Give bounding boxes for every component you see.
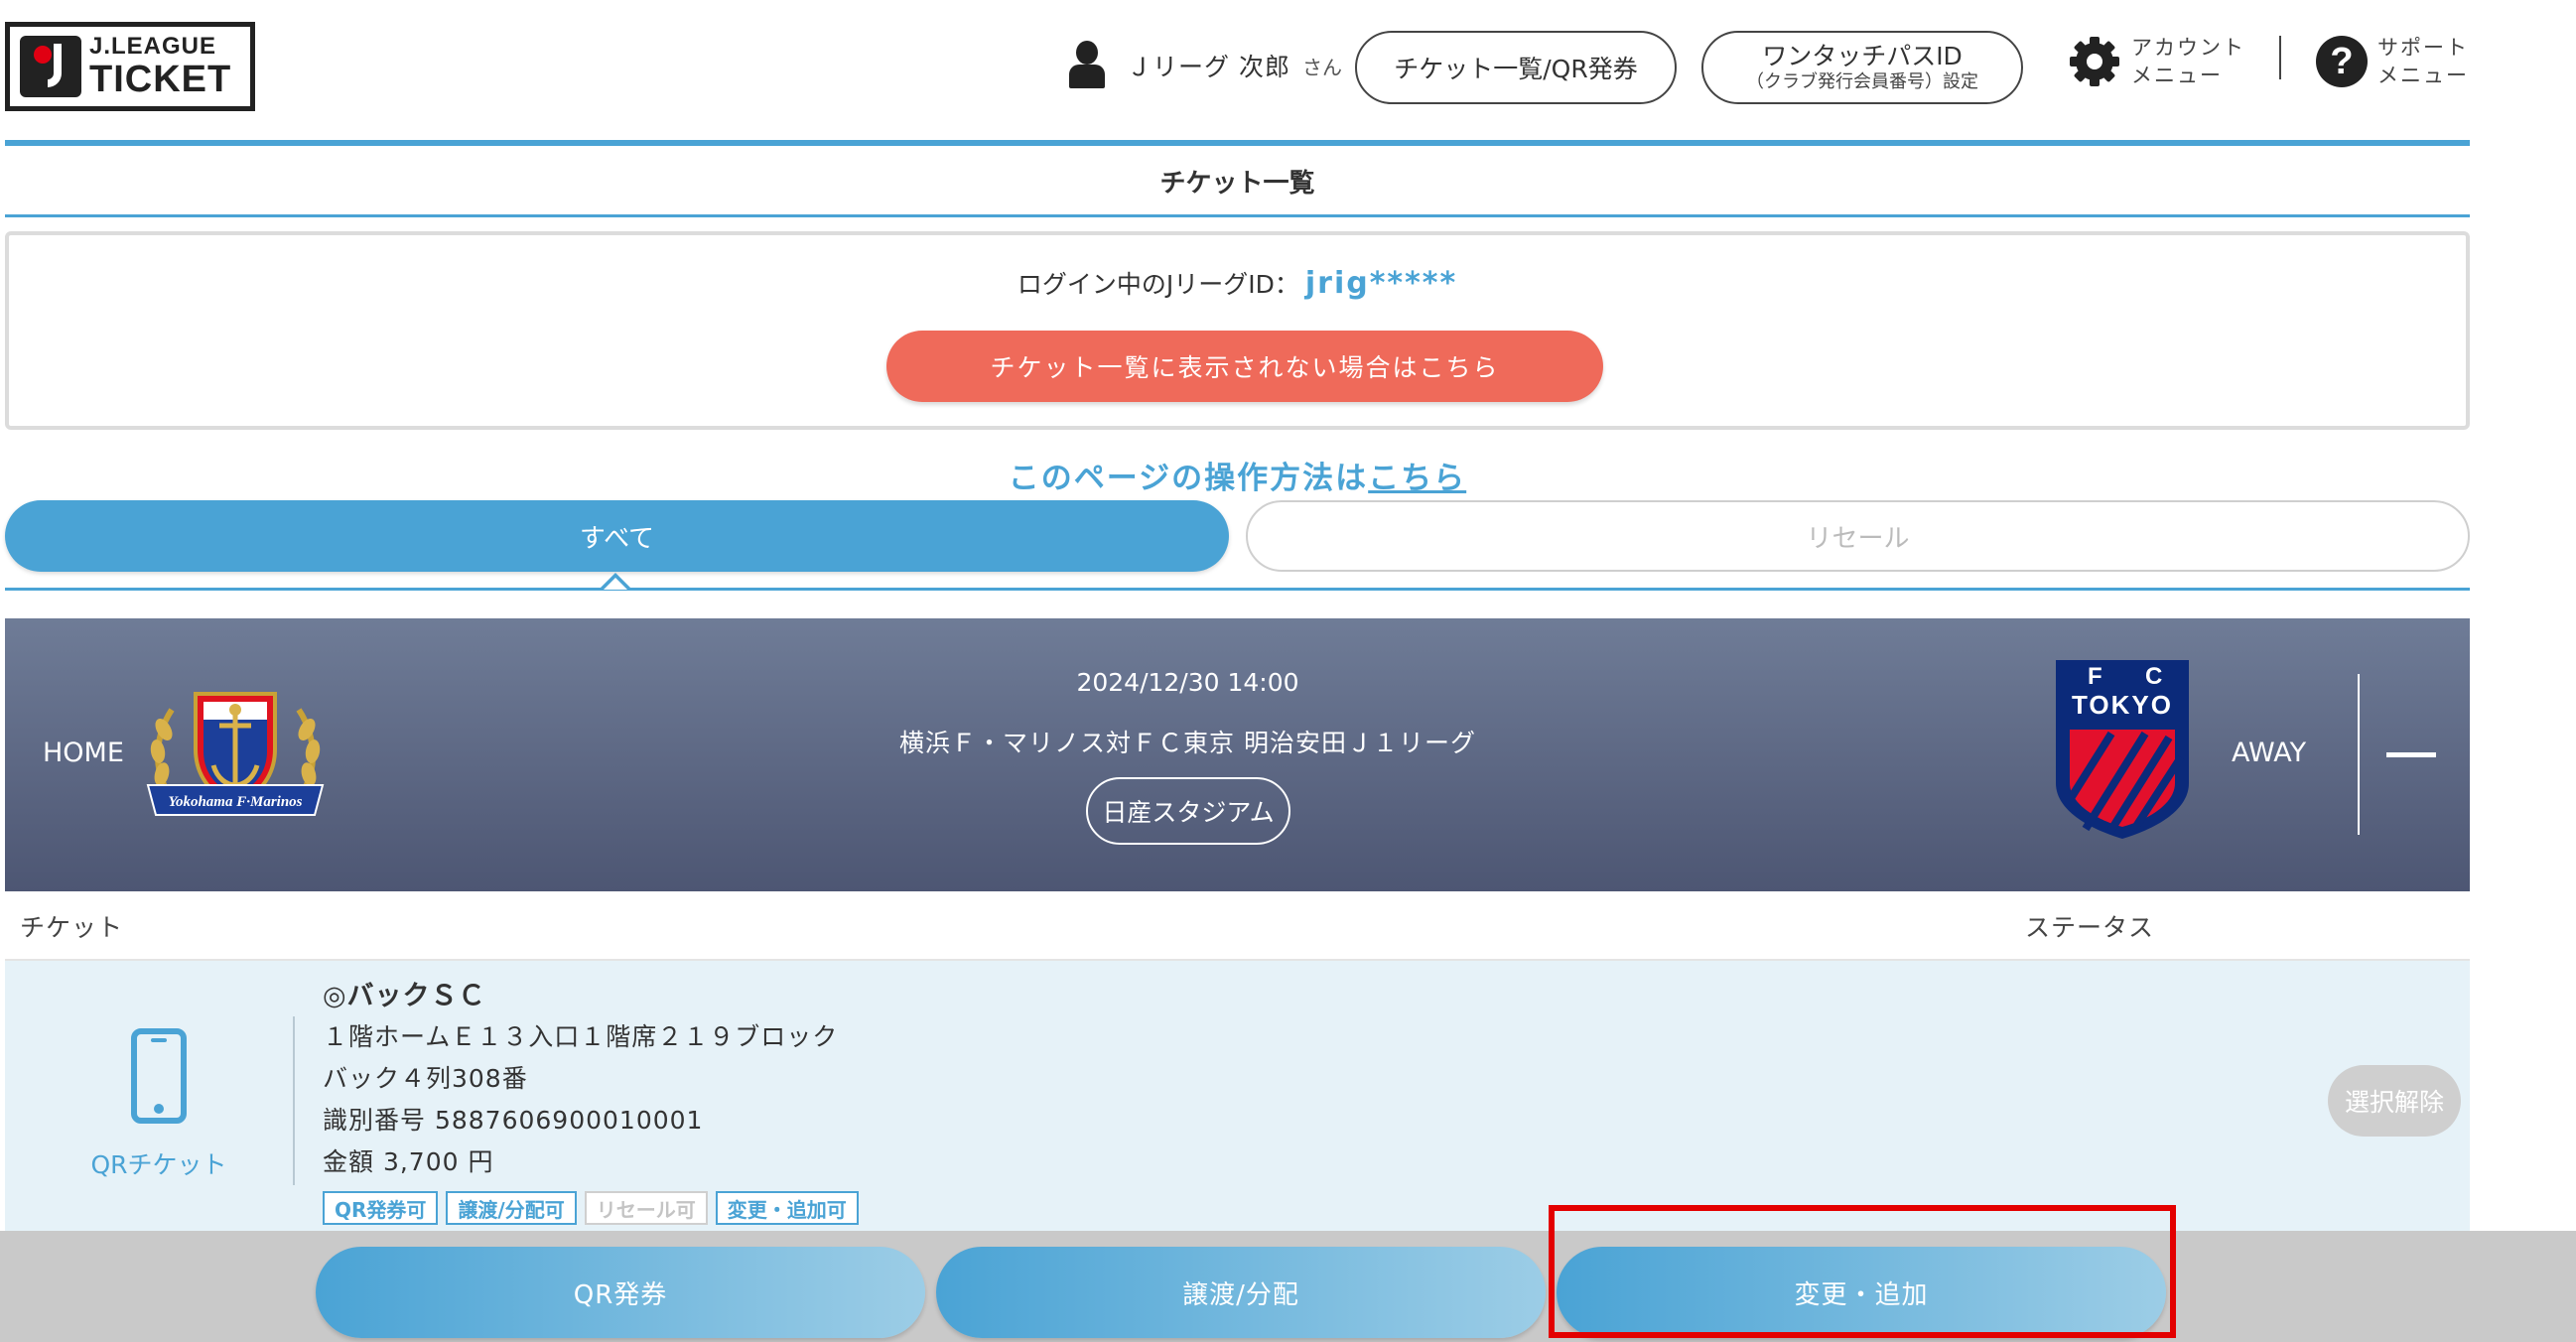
seat-number: バック４列308番	[323, 1064, 528, 1093]
login-id-value: jrig*****	[1304, 266, 1458, 301]
tab-all[interactable]: すべて	[5, 500, 1229, 572]
table-row[interactable]: QRチケット ◎バックＳＣ １階ホームＥ１３入口１階席２１９ブロック バック４列…	[5, 961, 2470, 1241]
match-datetime: 2024/12/30 14:00	[1076, 668, 1299, 697]
jleague-mark-icon	[20, 36, 81, 97]
tab-rule	[5, 588, 2470, 591]
tickets-not-shown-button[interactable]: チケット一覧に表示されない場合はこちら	[886, 331, 1603, 402]
ticket-type-label: QRチケット	[90, 1150, 227, 1179]
tag-qr: QR発券可	[323, 1191, 439, 1225]
ticket-price: 金額 3,700 円	[323, 1147, 494, 1176]
seat-location: １階ホームＥ１３入口１階席２１９ブロック	[323, 1022, 839, 1051]
banner-divider	[2358, 674, 2360, 835]
away-crest-tokyo: TOKYO	[2072, 690, 2173, 720]
user-info: Ｊリーグ 次郎 さん	[1067, 40, 1342, 91]
seat-type: ◎バックＳＣ	[323, 981, 486, 1011]
logo-line1: J.LEAGUE	[89, 33, 217, 60]
login-id-line: ログイン中のJリーグID： jrig*****	[9, 265, 2466, 301]
user-icon	[1067, 41, 1107, 90]
match-banner: HOME Yokohama F·Marinos 2024/12/30 14:00…	[5, 618, 2470, 891]
ticket-tags: QR発券可 譲渡/分配可 リセール可 変更・追加可	[323, 1191, 867, 1225]
fc-tokyo-crest-icon: F C TOKYO	[2056, 660, 2189, 839]
howto-link[interactable]: こちら	[1368, 461, 1466, 496]
user-name: Ｊリーグ 次郎	[1127, 53, 1290, 81]
column-header-status: ステータス	[2025, 913, 2155, 942]
collapse-icon[interactable]	[2380, 724, 2444, 787]
away-label: AWAY	[2232, 738, 2307, 768]
ticket-type: QRチケット	[69, 1028, 248, 1181]
home-crest-text: Yokohama F·Marinos	[168, 794, 302, 810]
tab-resale[interactable]: リセール	[1246, 500, 2470, 572]
login-id-label: ログイン中のJリーグID：	[1017, 270, 1299, 299]
login-info-box: ログイン中のJリーグID： jrig***** チケット一覧に表示されない場合はこ…	[5, 231, 2470, 430]
header: J.LEAGUE TICKET Ｊリーグ 次郎 さん チケット一覧/QR発券 ワ…	[0, 0, 2576, 139]
tag-change: 変更・追加可	[715, 1191, 859, 1225]
account-menu[interactable]: アカウント メニュー	[2068, 34, 2245, 89]
user-suffix: さん	[1301, 55, 1342, 79]
change-add-button[interactable]: 変更・追加	[1557, 1247, 2166, 1338]
page-title: チケット一覧	[1159, 168, 1315, 199]
support-menu-line1: サポート	[2377, 36, 2469, 60]
gear-icon	[2068, 35, 2121, 88]
ticket-id: 識別番号 5887606900010001	[323, 1106, 704, 1135]
ticket-details: ◎バックＳＣ １階ホームＥ１３入口１階席２１９ブロック バック４列308番 識別…	[323, 977, 838, 1183]
transfer-button[interactable]: 譲渡/分配	[936, 1247, 1546, 1338]
howto-line: このページの操作方法はこちら	[0, 453, 2475, 497]
support-menu-line2: メニュー	[2377, 64, 2469, 87]
tag-transfer: 譲渡/分配可	[446, 1191, 577, 1225]
away-crest-c: C	[2145, 663, 2162, 690]
support-menu[interactable]: ? サポート メニュー	[2316, 34, 2469, 89]
jleague-ticket-logo[interactable]: J.LEAGUE TICKET	[5, 22, 255, 111]
one-touch-pass-button[interactable]: ワンタッチパスID （クラブ発行会員番号）設定	[1701, 31, 2023, 104]
column-header-ticket: チケット	[20, 913, 124, 942]
ticket-list-qr-button[interactable]: チケット一覧/QR発券	[1355, 31, 1677, 104]
away-crest-f: F	[2088, 663, 2102, 690]
qr-issue-button[interactable]: QR発券	[316, 1247, 925, 1338]
title-bottom-rule	[5, 214, 2470, 217]
one-touch-pass-subtitle: （クラブ発行会員番号）設定	[1746, 71, 1978, 92]
row-divider	[293, 1016, 295, 1185]
help-icon: ?	[2316, 36, 2368, 87]
match-name: 横浜Ｆ・マリノス対ＦＣ東京 明治安田Ｊ１リーグ	[899, 729, 1476, 757]
deselect-button[interactable]: 選択解除	[2328, 1065, 2461, 1137]
smartphone-icon	[131, 1028, 187, 1124]
venue-button[interactable]: 日産スタジアム	[1086, 777, 1290, 845]
account-menu-line2: メニュー	[2131, 64, 2223, 87]
one-touch-pass-title: ワンタッチパスID	[1762, 42, 1963, 70]
howto-text: このページの操作方法は	[1008, 461, 1369, 496]
header-divider	[2279, 36, 2281, 79]
account-menu-line1: アカウント	[2131, 36, 2245, 60]
logo-line2: TICKET	[89, 59, 232, 100]
tag-resale: リセール可	[584, 1191, 708, 1225]
